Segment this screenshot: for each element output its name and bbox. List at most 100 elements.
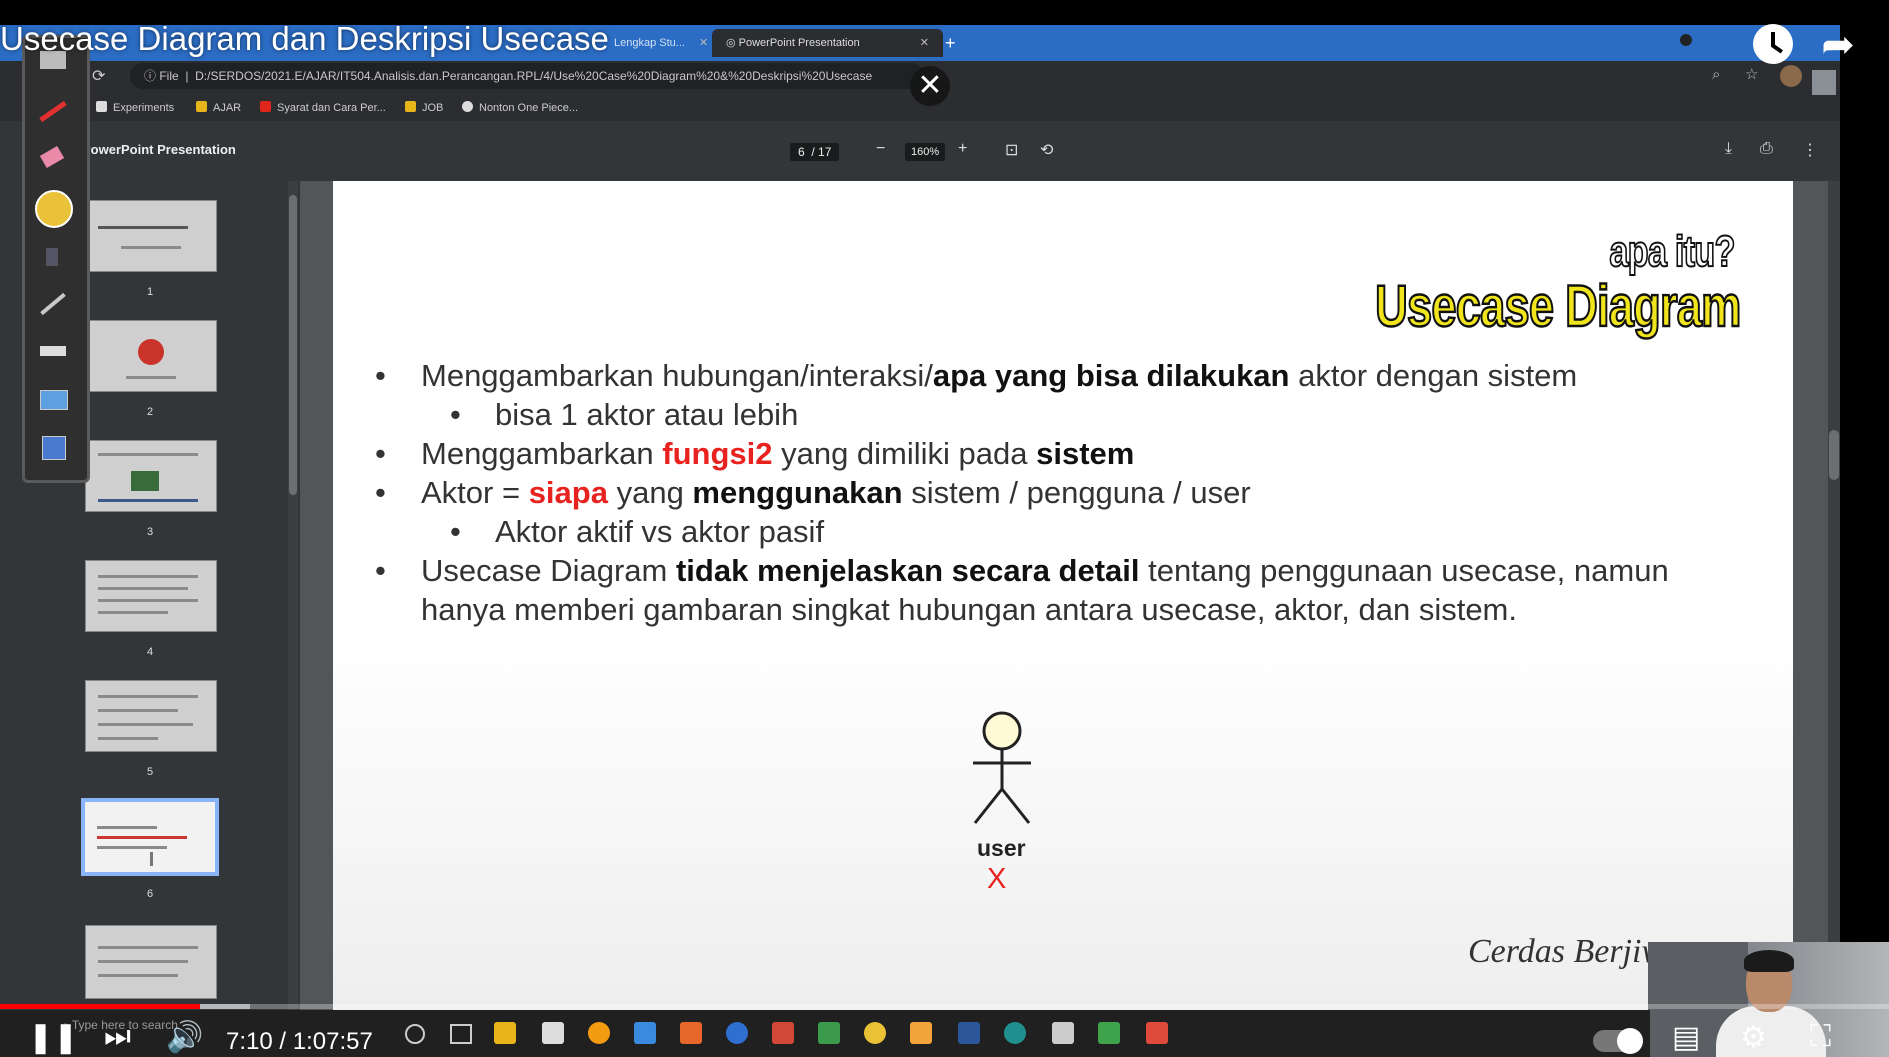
current-time: 7:10 [226,1028,273,1055]
page-scrollbar[interactable] [1828,181,1840,1010]
tab-label: Lengkap Stu... [614,37,685,49]
explorer-icon [494,1022,516,1044]
tab-label: PowerPoint Presentation [738,37,860,49]
bullet-text: Aktor = [421,475,529,510]
record-icon [1680,34,1692,46]
flask-icon [96,101,107,112]
exit-fullscreen-icon[interactable]: ⛶ [1810,1020,1831,1054]
app-icon [680,1022,702,1044]
cross-mark: X [987,863,1007,895]
bookmark-onepiece[interactable]: Nonton One Piece... [462,97,578,119]
slide-pretitle: apa itu? [1609,226,1737,277]
app-icon [772,1022,794,1044]
bullet-item: Menggambarkan fungsi2 yang dimiliki pada… [373,434,1733,473]
bullet-text: Menggambarkan [421,436,663,471]
line-tool-icon[interactable] [34,336,72,368]
video-progress-bar[interactable] [0,1004,1889,1009]
avatar[interactable] [1780,65,1802,87]
app-icon [910,1022,932,1044]
bookmark-label: AJAR [213,102,242,114]
zoom-field[interactable]: 160% [905,143,946,161]
pointer-icon[interactable] [34,240,72,272]
settings-gear-icon[interactable]: ⚙ [1740,1020,1767,1055]
next-icon[interactable]: ⏭ [104,1020,131,1054]
app-icon [542,1022,564,1044]
thumbnail-page-2[interactable] [85,320,217,392]
thumbnail-label: 5 [146,766,154,778]
bullet-bold: menggunakan [692,475,903,510]
bookmark-label: Syarat dan Cara Per... [277,102,386,114]
thumbnail-page-3[interactable] [85,440,217,512]
close-tab-icon[interactable]: ✕ [920,37,929,49]
folder-icon [196,101,207,112]
star-icon[interactable]: ☆ [1745,65,1758,83]
new-tab-icon[interactable]: + [945,29,956,57]
app-icon [634,1022,656,1044]
browser-tab[interactable]: Lengkap Stu... ✕ [600,29,722,57]
subtitles-icon[interactable]: ▤ [1672,1020,1700,1055]
thumbnail-label: 4 [146,646,154,658]
autoplay-toggle[interactable] [1593,1028,1643,1054]
bookmark-experiments[interactable]: Experiments [96,97,174,119]
highlighter-icon[interactable] [34,190,73,228]
bullet-bold: tidak menjelaskan secara detail [675,553,1140,588]
url-text: D:/SERDOS/2021.E/AJAR/IT504.Analisis.dan… [195,69,873,83]
bookmark-syarat[interactable]: Syarat dan Cara Per... [260,97,386,119]
red-pen-icon[interactable] [34,95,72,127]
share-icon[interactable]: ➦ [1815,22,1861,68]
zoom-in-icon[interactable]: + [958,140,967,158]
capture-icon[interactable] [34,432,72,464]
video-progress-fill [0,1004,201,1009]
thumbnail-page-5[interactable] [85,680,217,752]
actor-stick-figure-icon [973,711,1031,824]
actor-label: user [977,835,1026,861]
bullet-item: Aktor = siapa yang menggunakan sistem / … [373,473,1733,512]
close-icon[interactable]: ✕ [910,66,950,106]
reload-icon[interactable]: ⟳ [92,66,105,86]
thumbnail-page-7[interactable] [85,925,217,999]
search-app-icon [588,1022,610,1044]
pause-icon[interactable]: ❚❚ [28,1020,78,1055]
bookmark-label: JOB [422,102,444,114]
bullet-text: Menggambarkan hubungan/interaksi/ [421,358,933,393]
app-icon [1098,1022,1120,1044]
cortana-icon [405,1024,425,1044]
more-options-icon[interactable]: ⋮ [1802,140,1818,160]
current-page: 6 [798,145,805,159]
pen-icon[interactable] [34,288,72,320]
slide-title: Usecase Diagram [1374,273,1742,341]
thumbnail-page-4[interactable] [85,560,217,632]
bullet-item: Menggambarkan hubungan/interaksi/apa yan… [373,356,1733,395]
download-icon[interactable]: ⤓ [1725,140,1732,158]
youtube-icon [260,101,271,112]
thumbnail-label: 1 [146,286,154,298]
sub-bullet-item: bisa 1 aktor atau lebih [373,395,1733,434]
volume-icon[interactable]: 🔊 [166,1020,203,1055]
pdf-title: PowerPoint Presentation [82,142,236,157]
bookmark-ajar[interactable]: AJAR [196,97,241,119]
bullet-text: sistem / pengguna / user [902,475,1251,510]
page-scroll-thumb[interactable] [1829,430,1839,480]
globe-icon [462,101,473,112]
url-field[interactable]: ⓘ File | D:/SERDOS/2021.E/AJAR/IT504.Ana… [130,63,924,89]
bookmark-label: Nonton One Piece... [479,102,579,114]
url-scheme: File [159,69,179,83]
thumbnail-page-6[interactable] [81,798,219,876]
bookmark-job[interactable]: JOB [405,97,443,119]
app-icon [726,1022,748,1044]
word-icon [958,1022,980,1044]
fit-page-icon[interactable]: ⊡ [1005,140,1018,160]
watch-later-icon[interactable] [1753,24,1793,64]
eraser-icon[interactable] [34,142,72,174]
print-icon[interactable]: ⎙ [1760,140,1773,158]
page-number-field[interactable]: 6 / 17 [790,143,840,161]
zoom-out-icon[interactable]: − [876,140,885,158]
zoom-icon[interactable]: ⌕ [1712,66,1720,83]
thumbnail-page-1[interactable] [85,200,217,272]
close-tab-icon[interactable]: ✕ [699,37,708,49]
video-title[interactable]: Usecase Diagram dan Deskripsi Usecase [0,20,609,58]
browser-tab-active[interactable]: ◎ PowerPoint Presentation ✕ [712,29,943,57]
thumbnail-scroll-thumb[interactable] [289,195,297,495]
rotate-icon[interactable]: ⟲ [1040,140,1053,160]
screen-icon[interactable] [34,384,72,416]
